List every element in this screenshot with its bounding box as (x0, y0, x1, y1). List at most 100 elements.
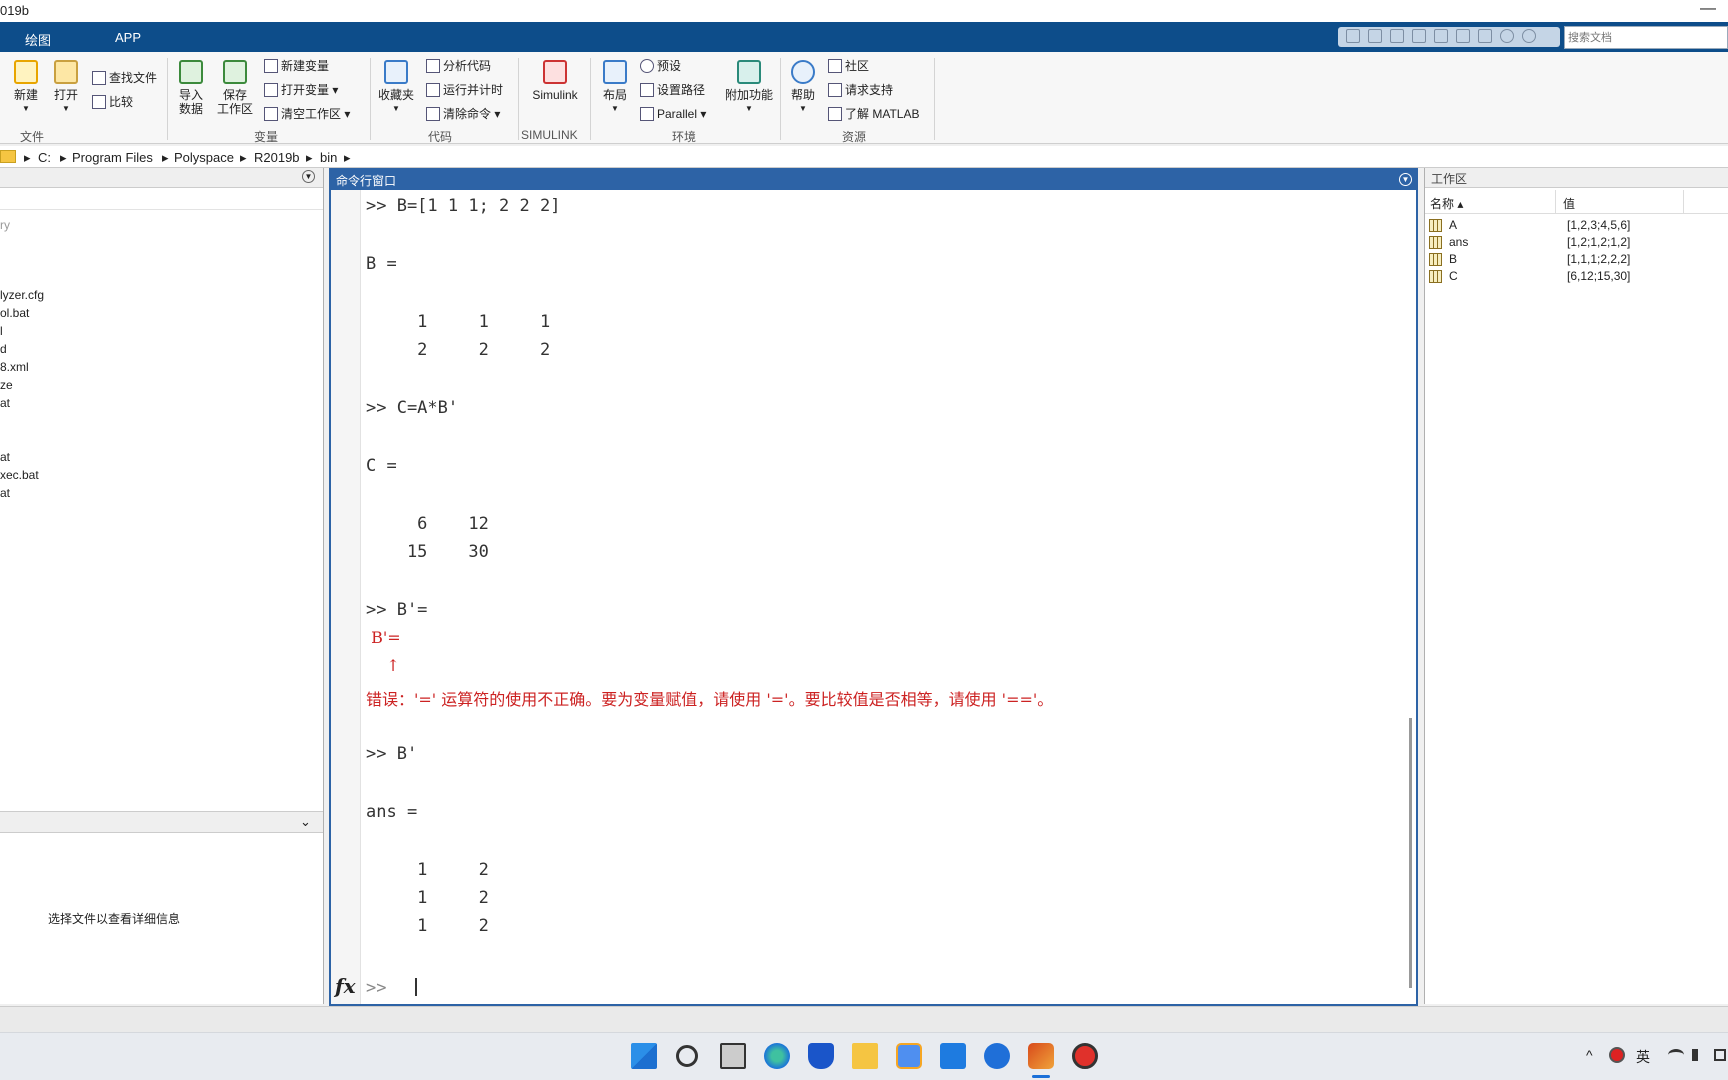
ie-icon[interactable] (984, 1043, 1010, 1069)
list-item[interactable]: at (0, 486, 10, 500)
shield-icon[interactable] (808, 1043, 834, 1069)
store-icon[interactable] (896, 1043, 922, 1069)
copy-icon[interactable] (1390, 29, 1404, 43)
workspace-row[interactable]: B [1,1,1;2,2,2] (1429, 252, 1725, 269)
list-item[interactable]: at (0, 396, 10, 410)
file-explorer-icon[interactable] (852, 1043, 878, 1069)
breadcrumb-program-files[interactable]: Program Files (72, 150, 153, 165)
workspace-row[interactable]: A [1,2,3;4,5,6] (1429, 218, 1725, 235)
list-item[interactable]: xec.bat (0, 468, 39, 482)
analyze-code-button[interactable]: 分析代码 (426, 56, 491, 76)
request-support-button[interactable]: 请求支持 (828, 80, 893, 100)
group-label-variable: 变量 (254, 130, 279, 144)
chevron-down-icon[interactable]: ▼ (1399, 173, 1412, 186)
learn-matlab-button[interactable]: 了解 MATLAB (828, 104, 919, 124)
matlab-icon[interactable] (1028, 1043, 1054, 1069)
address-bar[interactable]: ▸ C: ▸ Program Files ▸ Polyspace ▸ R2019… (0, 146, 1728, 168)
search-icon[interactable] (676, 1045, 698, 1067)
run-and-time-button[interactable]: 运行并计时 (426, 80, 503, 100)
save-icon[interactable] (1346, 29, 1360, 43)
find-files-button[interactable]: 查找文件 (92, 68, 157, 88)
list-item[interactable]: d (0, 342, 7, 356)
list-item[interactable]: at (0, 450, 10, 464)
group-label-environment: 环境 (672, 130, 697, 144)
help-button[interactable]: 帮助 ▼ (783, 60, 823, 116)
parallel-button[interactable]: Parallel ▾ (640, 104, 706, 124)
tab-apps[interactable]: APP (115, 30, 141, 45)
start-icon[interactable] (631, 1043, 657, 1069)
star-icon (384, 60, 408, 84)
clear-workspace-button[interactable]: 清空工作区 ▾ (264, 104, 350, 124)
record-status-icon[interactable] (1609, 1047, 1625, 1063)
cut-icon[interactable] (1368, 29, 1382, 43)
search-docs-input[interactable] (1564, 26, 1728, 49)
wifi-icon[interactable] (1668, 1049, 1684, 1061)
open-button[interactable]: 打开 ▼ (46, 60, 86, 116)
group-label-code: 代码 (428, 130, 453, 144)
chevron-down-icon[interactable] (1522, 29, 1536, 43)
chevron-up-icon[interactable]: ^ (1586, 1047, 1593, 1063)
community-button[interactable]: 社区 (828, 56, 869, 76)
simulink-button[interactable]: Simulink (530, 60, 580, 102)
matrix-icon (1429, 236, 1442, 249)
paste-icon[interactable] (1412, 29, 1426, 43)
edge-icon[interactable] (764, 1043, 790, 1069)
import-data-button[interactable]: 导入 数据 (171, 60, 211, 116)
support-icon (828, 83, 842, 97)
open-variable-button[interactable]: 打开变量 ▾ (264, 80, 338, 100)
list-item[interactable]: ry (0, 218, 10, 232)
battery-icon[interactable] (1714, 1049, 1726, 1061)
mail-icon[interactable] (940, 1043, 966, 1069)
column-value[interactable]: 值 (1563, 195, 1575, 212)
task-view-icon[interactable] (720, 1043, 746, 1069)
new-button[interactable]: 新建 ▼ (6, 60, 46, 116)
folder-icon (0, 150, 16, 163)
workspace-row[interactable]: C [6,12;15,30] (1429, 269, 1725, 286)
breadcrumb-drive[interactable]: C: (38, 150, 51, 165)
add-ons-button[interactable]: 附加功能 ▼ (723, 60, 775, 116)
output-line: 1 1 1 (366, 312, 551, 332)
command-line: >> B'= (366, 600, 428, 620)
output-line: 1 2 (366, 888, 489, 908)
save-workspace-button[interactable]: 保存 工作区 (215, 60, 255, 116)
minimize-button[interactable]: — (1700, 0, 1716, 18)
volume-icon[interactable] (1692, 1049, 1698, 1061)
list-item[interactable]: l (0, 324, 3, 338)
chevron-down-icon[interactable]: ⌄ (300, 814, 311, 830)
workspace-row[interactable]: ans [1,2;1,2;1,2] (1429, 235, 1725, 252)
set-path-button[interactable]: 设置路径 (640, 80, 705, 100)
breadcrumb-bin[interactable]: bin (320, 150, 337, 165)
command-window[interactable]: 命令行窗口 ▼ >> B=[1 1 1; 2 2 2] B = 1 1 1 2 … (329, 168, 1418, 1006)
list-item[interactable]: 8.xml (0, 360, 29, 374)
compare-button[interactable]: 比较 (92, 92, 133, 112)
list-item[interactable]: ol.bat (0, 306, 29, 320)
switch-windows-icon[interactable] (1478, 29, 1492, 43)
command-prompt[interactable]: >> (366, 978, 386, 998)
new-variable-button[interactable]: 新建变量 (264, 56, 329, 76)
breadcrumb-r2019b[interactable]: R2019b (254, 150, 300, 165)
recorder-icon[interactable] (1072, 1043, 1098, 1069)
ime-indicator[interactable]: 英 (1636, 1047, 1650, 1067)
clear-commands-button[interactable]: 清除命令 ▾ (426, 104, 500, 124)
undo-icon[interactable] (1434, 29, 1448, 43)
scrollbar[interactable] (1409, 718, 1412, 988)
list-item[interactable]: lyzer.cfg (0, 288, 44, 302)
preferences-button[interactable]: 预设 (640, 56, 681, 76)
details-header[interactable]: ⌄ (0, 811, 323, 833)
command-line: >> B=[1 1 1; 2 2 2] (366, 196, 561, 216)
breadcrumb-polyspace[interactable]: Polyspace (174, 150, 234, 165)
group-label-simulink: SIMULINK (521, 128, 578, 142)
help-icon[interactable] (1500, 29, 1514, 43)
redo-icon[interactable] (1456, 29, 1470, 43)
tab-plots[interactable]: 绘图 (25, 30, 51, 49)
details-hint: 选择文件以查看详细信息 (48, 912, 181, 926)
status-bar (0, 1006, 1728, 1032)
find-icon (92, 71, 106, 85)
favorites-button[interactable]: 收藏夹 ▼ (376, 60, 416, 116)
column-name[interactable]: 名称 ▴ (1430, 195, 1463, 212)
function-browser-icon[interactable]: fx (335, 974, 356, 998)
chevron-down-icon[interactable]: ▼ (302, 170, 315, 183)
plus-icon (14, 60, 38, 84)
layout-button[interactable]: 布局 ▼ (595, 60, 635, 116)
list-item[interactable]: ze (0, 378, 13, 392)
